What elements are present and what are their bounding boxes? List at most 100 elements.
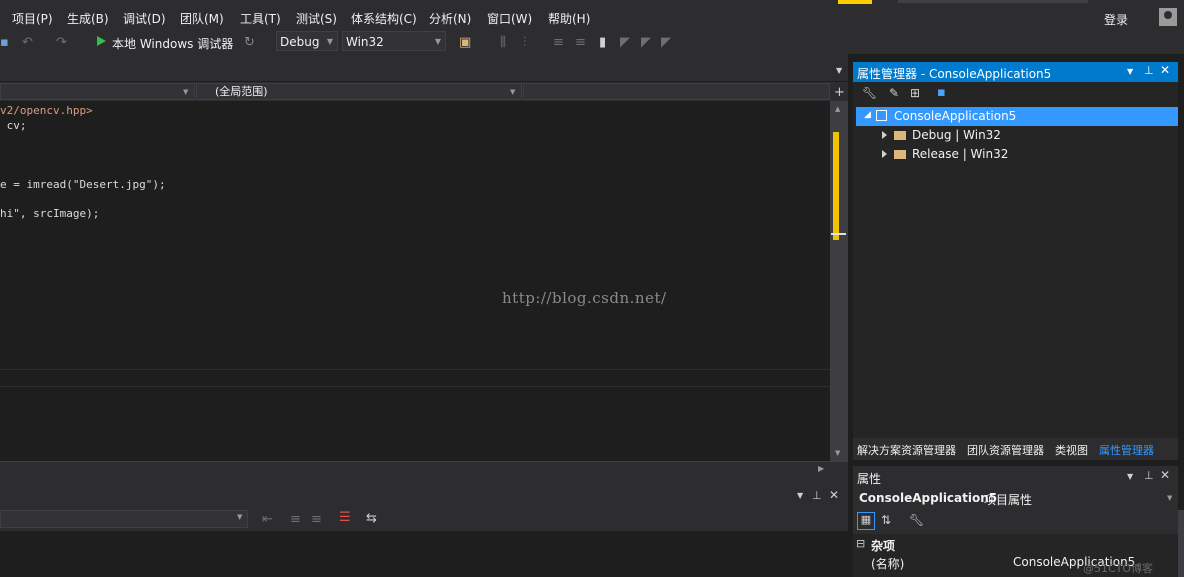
save-icon[interactable]: ▪ [937, 85, 946, 100]
panel-menu-icon[interactable]: ▼ [1127, 472, 1133, 481]
prev-bookmark-icon[interactable]: ◤ [620, 35, 630, 50]
align-icon[interactable]: ⫼ [500, 35, 506, 50]
start-debug-button[interactable]: 本地 Windows 调试器 [112, 35, 233, 52]
solution-config-icon[interactable]: ▣ [459, 35, 471, 50]
pin-icon[interactable]: ⊥ [1144, 469, 1154, 482]
bookmark-icon[interactable]: ▮ [599, 35, 606, 50]
scroll-position-marker [831, 233, 846, 235]
redo-icon[interactable]: ↷ [56, 35, 67, 50]
tab-solution-explorer[interactable]: 解决方案资源管理器 [857, 442, 956, 458]
menu-team[interactable]: 团队(M) [180, 10, 224, 27]
add-property-sheet-icon[interactable]: ✎ [889, 86, 899, 100]
scope-value: (全局范围) [215, 85, 268, 98]
expanded-arrow-icon[interactable]: ◢ [864, 110, 871, 120]
notification-accent [838, 0, 872, 4]
member-dropdown[interactable] [523, 83, 830, 100]
refresh-icon[interactable]: ↻ [244, 35, 255, 50]
code-editor[interactable]: v2/opencv.hpp> cv; e = imread("Desert.jp… [0, 101, 830, 461]
pin-icon[interactable]: ⊥ [812, 489, 822, 502]
output-source-dropdown[interactable]: ▼ [0, 510, 248, 528]
tree-item-release[interactable]: Release | Win32 [912, 147, 1008, 161]
clear-bookmark-icon[interactable]: ◤ [661, 35, 671, 50]
next-message-icon[interactable]: ≡ [311, 512, 322, 527]
chevron-down-icon: ▼ [1167, 494, 1173, 502]
menu-tools[interactable]: 工具(T) [240, 10, 281, 27]
panel-menu-icon[interactable]: ▼ [1127, 67, 1133, 76]
platform-dropdown[interactable]: Win32 ▼ [342, 31, 446, 51]
type-dropdown[interactable]: ▼ [0, 83, 195, 100]
menu-debug[interactable]: 调试(D) [123, 10, 166, 27]
folder-icon [894, 131, 906, 140]
category-label: 杂项 [871, 539, 896, 553]
chevron-down-icon: ▼ [237, 513, 243, 521]
collapse-icon[interactable]: ⊟ [856, 537, 865, 550]
menu-architecture[interactable]: 体系结构(C) [351, 10, 417, 27]
blog-watermark: http://blog.csdn.net/ [502, 289, 667, 307]
property-name[interactable]: (名称) [871, 555, 904, 572]
tree-item-debug[interactable]: Debug | Win32 [912, 128, 1001, 142]
quick-launch-box[interactable] [898, 0, 1088, 3]
properties-object-selector[interactable]: ConsoleApplication5 项目属性 ▼ [853, 488, 1178, 510]
wrench-icon[interactable]: 🔧︎ [862, 86, 877, 100]
tab-class-view[interactable]: 类视图 [1055, 442, 1088, 458]
menu-test[interactable]: 测试(S) [296, 10, 337, 27]
undo-icon[interactable]: ↶ [22, 35, 33, 50]
close-icon[interactable]: ✕ [1160, 63, 1170, 77]
property-manager-toolbar: 🔧︎ ✎ ⊞ ▪ [853, 82, 1178, 106]
tab-property-manager[interactable]: 属性管理器 [1099, 442, 1154, 458]
alphabetical-icon[interactable]: ⇅ [881, 513, 891, 527]
platform-value: Win32 [346, 35, 384, 49]
folder-icon [894, 150, 906, 159]
wrench-icon[interactable]: 🔧︎ [909, 513, 924, 527]
close-icon[interactable]: ✕ [1160, 468, 1170, 482]
collapsed-arrow-icon[interactable] [882, 150, 887, 158]
editor-tab-strip: ▼ [0, 54, 848, 81]
add-existing-sheet-icon[interactable]: ⊞ [910, 86, 920, 100]
editor-horizontal-scrollbar[interactable]: ▶ [0, 461, 848, 477]
login-link[interactable]: 登录 [1104, 11, 1128, 28]
property-grid: ⊟ 杂项 (名称) ConsoleApplication5 @51CTO博客 [853, 534, 1178, 577]
panel-menu-icon[interactable]: ▼ [797, 491, 803, 500]
clear-all-icon[interactable]: ☰ [339, 510, 351, 525]
chevron-down-icon: ▼ [434, 37, 441, 46]
comment-icon[interactable]: ≡ [553, 35, 564, 50]
split-editor-icon[interactable]: + [834, 85, 845, 100]
next-bookmark-icon[interactable]: ◤ [641, 35, 651, 50]
avatar-icon[interactable] [1159, 8, 1177, 26]
categorized-icon[interactable]: ▦ [857, 512, 875, 530]
tab-team-explorer[interactable]: 团队资源管理器 [967, 442, 1044, 458]
format-icon[interactable]: ⫶ [523, 35, 526, 50]
menu-window[interactable]: 窗口(W) [487, 10, 532, 27]
menu-project[interactable]: 项目(P) [12, 10, 53, 27]
project-icon [876, 110, 887, 121]
go-to-previous-icon[interactable]: ⇤ [262, 512, 273, 527]
scroll-up-icon[interactable]: ▲ [835, 105, 840, 113]
uncomment-icon[interactable]: ≡ [575, 35, 586, 50]
menu-analyze[interactable]: 分析(N) [429, 10, 471, 27]
output-pane[interactable] [0, 531, 848, 577]
save-icon[interactable]: ▪ [0, 35, 9, 50]
chevron-down-icon: ▼ [326, 37, 333, 46]
properties-scrollbar[interactable] [1178, 510, 1184, 577]
panel-splitter[interactable] [0, 477, 848, 487]
scroll-down-icon[interactable]: ▼ [835, 449, 840, 457]
chevron-down-icon: ▼ [183, 88, 189, 96]
configuration-dropdown[interactable]: Debug ▼ [276, 31, 338, 51]
object-name: ConsoleApplication5 [859, 491, 998, 505]
property-manager-titlebar: 属性管理器 - ConsoleApplication5 ▼ ⊥ ✕ [853, 62, 1178, 82]
scroll-right-icon[interactable]: ▶ [818, 464, 824, 473]
menu-help[interactable]: 帮助(H) [548, 10, 590, 27]
collapsed-arrow-icon[interactable] [882, 131, 887, 139]
close-icon[interactable]: ✕ [829, 488, 839, 502]
chevron-down-icon: ▼ [510, 88, 516, 96]
start-debug-icon[interactable] [97, 36, 106, 46]
tree-item-project[interactable]: ◢ ConsoleApplication5 [856, 107, 1178, 126]
word-wrap-icon[interactable]: ⇆ [366, 511, 377, 526]
code-line: cv; [0, 119, 27, 132]
tab-dropdown-icon[interactable]: ▼ [836, 66, 842, 75]
scope-dropdown[interactable]: (全局范围) ▼ [196, 83, 522, 100]
menu-build[interactable]: 生成(B) [67, 10, 109, 27]
pin-icon[interactable]: ⊥ [1144, 64, 1154, 77]
configuration-value: Debug [280, 35, 320, 49]
previous-message-icon[interactable]: ≡ [290, 512, 301, 527]
